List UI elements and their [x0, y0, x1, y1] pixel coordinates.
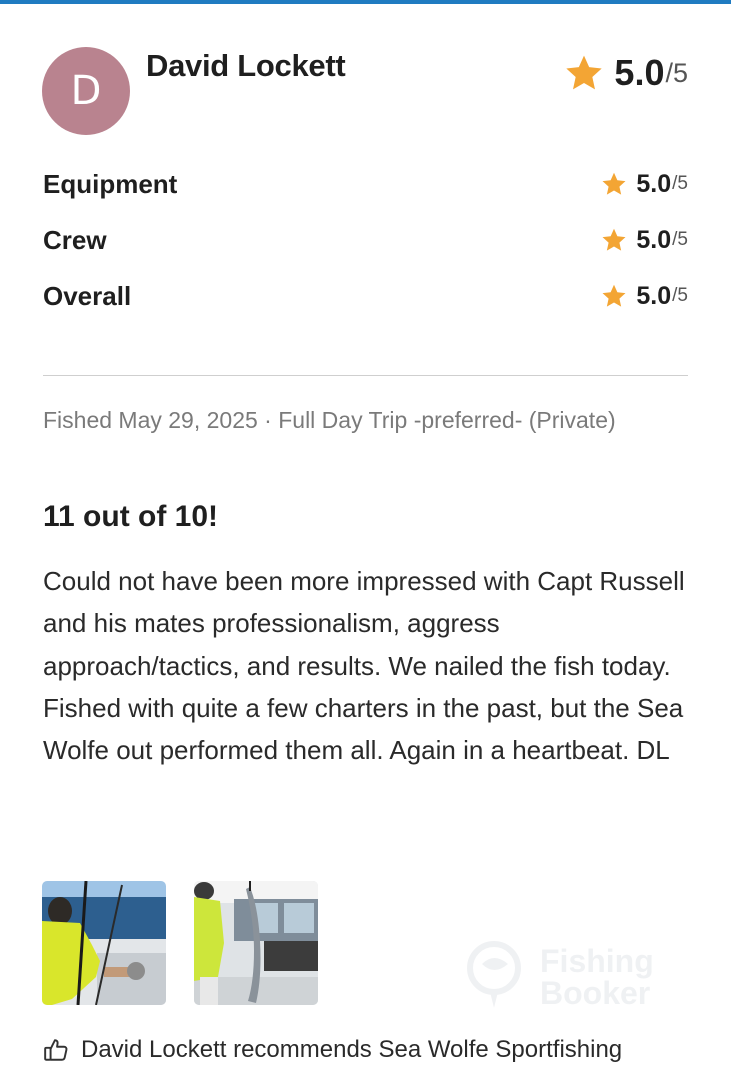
category-rating-value: 5.0 [636, 225, 672, 254]
reviewer-name: David Lockett [146, 48, 346, 83]
overall-rating-value: 5.0 [614, 52, 665, 93]
review-title: 11 out of 10! [43, 500, 219, 533]
divider [43, 375, 688, 376]
watermark-line1: Fishing [540, 943, 654, 979]
category-rating-value: 5.0 [636, 281, 672, 310]
category-rating: 5.0/5 [601, 226, 688, 255]
trip-meta: Fished May 29, 2025 · Full Day Trip -pre… [43, 407, 616, 433]
star-icon [602, 172, 626, 195]
fishingbooker-watermark: Fishing Booker [467, 941, 654, 1011]
category-rating: 5.0/5 [601, 282, 688, 311]
category-rating-max: /5 [672, 285, 688, 306]
category-label: Crew [43, 224, 107, 255]
overall-rating: 5.0/5 [564, 52, 688, 94]
star-icon [602, 284, 626, 307]
star-icon [602, 228, 626, 251]
category-rating-value: 5.0 [636, 169, 672, 198]
photo-image [194, 881, 318, 1005]
star-icon [566, 55, 603, 90]
review-photo-1[interactable] [42, 881, 166, 1005]
category-label: Equipment [43, 168, 178, 199]
recommendation: David Lockett recommends Sea Wolfe Sport… [43, 1036, 622, 1064]
category-row-overall: Overall 5.0/5 [43, 278, 688, 314]
top-accent-bar [0, 0, 731, 4]
thumbs-up-icon [44, 1039, 68, 1061]
photo-image [42, 881, 166, 1005]
watermark-line2: Booker [540, 975, 650, 1011]
overall-rating-max: /5 [665, 57, 688, 88]
category-label: Overall [43, 280, 132, 311]
category-row-crew: Crew 5.0/5 [43, 222, 688, 258]
review-paragraph: Could not have been more impressed with … [43, 566, 685, 681]
category-rating: 5.0/5 [601, 170, 688, 199]
recommendation-text: David Lockett recommends Sea Wolfe Sport… [81, 1036, 623, 1063]
category-rating-max: /5 [672, 229, 688, 250]
review-body: Could not have been more impressed with … [43, 560, 698, 771]
category-rating-max: /5 [672, 173, 688, 194]
review-paragraph: Fished with quite a few charters in the … [43, 692, 684, 766]
category-row-equipment: Equipment 5.0/5 [43, 166, 688, 202]
review-photo-2[interactable] [194, 881, 318, 1005]
avatar: D [42, 47, 130, 135]
